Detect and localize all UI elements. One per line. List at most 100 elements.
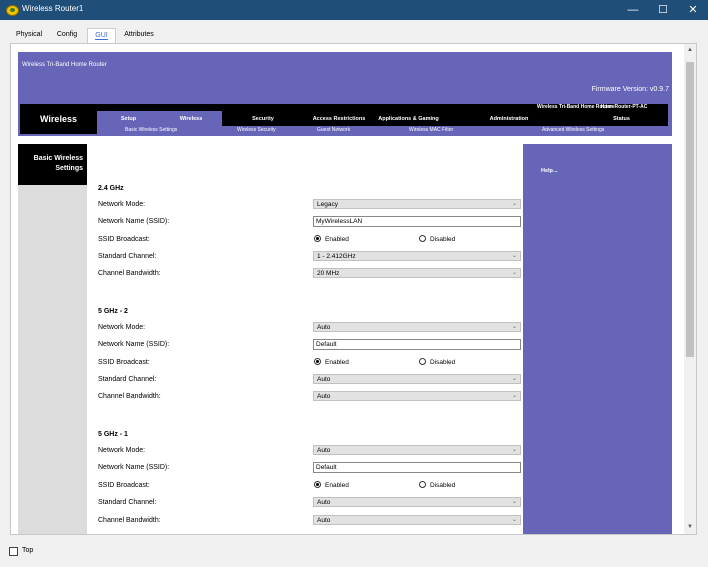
standard-channel-label: Standard Channel: [98, 376, 157, 383]
firmware-version: Firmware Version: v0.9.7 [591, 86, 669, 93]
tab-attributes[interactable]: Attributes [118, 28, 160, 42]
network-mode-select-5ghz-2[interactable]: Auto ⌄ [313, 322, 521, 332]
broadcast-disabled-label: Disabled [430, 236, 456, 243]
bandwidth-select-2-4ghz[interactable]: 20 MHz ⌄ [313, 268, 521, 278]
network-mode-value: Auto [317, 324, 331, 331]
broadcast-enabled-radio-5ghz-2[interactable] [314, 358, 321, 365]
maximize-button[interactable]: ☐ [648, 0, 678, 20]
chevron-down-icon: ⌄ [511, 447, 517, 453]
network-mode-value: Legacy [317, 201, 338, 208]
minimize-button[interactable]: — [618, 0, 648, 20]
section-title-2-4ghz: 2.4 GHz [98, 185, 124, 192]
ssid-broadcast-label: SSID Broadcast: [98, 359, 150, 366]
nav-model: HomeRouter-PT-AC [600, 104, 648, 110]
help-link[interactable]: Help... [541, 168, 558, 174]
submenu-advanced-wireless[interactable]: Advanced Wireless Settings [542, 126, 604, 134]
channel-value: Auto [317, 499, 331, 506]
gui-content-panel: Wireless Tri-Band Home Router Firmware V… [10, 43, 697, 535]
bandwidth-value: Auto [317, 517, 331, 524]
network-mode-select-2-4ghz[interactable]: Legacy ⌄ [313, 199, 521, 209]
menu-applications-gaming[interactable]: Applications & Gaming [374, 111, 443, 126]
broadcast-enabled-radio-2-4ghz[interactable] [314, 235, 321, 242]
standard-channel-label: Standard Channel: [98, 253, 157, 260]
channel-bandwidth-label: Channel Bandwidth: [98, 393, 161, 400]
ssid-label: Network Name (SSID): [98, 464, 170, 471]
tab-gui[interactable]: GUI [87, 28, 116, 43]
channel-value: Auto [317, 376, 331, 383]
broadcast-disabled-radio-5ghz-1[interactable] [419, 481, 426, 488]
router-nav: Wireless Wireless Tri-Band Home Router H… [18, 102, 672, 136]
sidebar-title-line1: Basic Wireless [33, 155, 83, 162]
broadcast-enabled-label: Enabled [325, 236, 349, 243]
channel-bandwidth-label: Channel Bandwidth: [98, 270, 161, 277]
ssid-input-5ghz-2[interactable]: Default [313, 339, 521, 350]
chevron-down-icon: ⌄ [511, 201, 517, 207]
chevron-down-icon: ⌄ [511, 270, 517, 276]
submenu-basic-wireless[interactable]: Basic Wireless Settings [125, 126, 177, 134]
ssid-input-2-4ghz[interactable]: MyWirelessLAN [313, 216, 521, 227]
title-bar: Wireless Router1 — ☐ ✕ [0, 0, 708, 20]
network-mode-label: Network Mode: [98, 447, 146, 454]
network-mode-value: Auto [317, 447, 331, 454]
top-checkbox-label: Top [22, 547, 34, 554]
channel-select-5ghz-1[interactable]: Auto ⌄ [313, 497, 521, 507]
bandwidth-select-5ghz-2[interactable]: Auto ⌄ [313, 391, 521, 401]
window-footer: Top [0, 540, 708, 567]
scroll-up-icon[interactable]: ▲ [686, 47, 694, 55]
tab-physical[interactable]: Physical [10, 28, 48, 42]
tab-gui-label: GUI [95, 32, 108, 40]
broadcast-enabled-label: Enabled [325, 359, 349, 366]
bandwidth-value: 20 MHz [317, 270, 340, 277]
broadcast-disabled-radio-2-4ghz[interactable] [419, 235, 426, 242]
ssid-broadcast-label: SSID Broadcast: [98, 482, 150, 489]
window-title: Wireless Router1 [22, 4, 84, 13]
scrollbar-thumb[interactable] [686, 62, 694, 357]
chevron-down-icon: ⌄ [511, 517, 517, 523]
submenu-mac-filter[interactable]: Wireless MAC Filter [409, 126, 453, 134]
ssid-label: Network Name (SSID): [98, 341, 170, 348]
ssid-label: Network Name (SSID): [98, 218, 170, 225]
network-mode-label: Network Mode: [98, 201, 146, 208]
sidebar-title-line2: Settings [55, 165, 83, 172]
broadcast-disabled-radio-5ghz-2[interactable] [419, 358, 426, 365]
section-title-5ghz-2: 5 GHz - 2 [98, 308, 128, 315]
chevron-down-icon: ⌄ [511, 324, 517, 330]
banner-product-name: Wireless Tri-Band Home Router [22, 62, 107, 68]
broadcast-enabled-label: Enabled [325, 482, 349, 489]
bandwidth-value: Auto [317, 393, 331, 400]
router-app-icon [6, 5, 19, 16]
ssid-input-5ghz-1[interactable]: Default [313, 462, 521, 473]
scroll-down-icon[interactable]: ▼ [686, 524, 694, 532]
submenu-wireless-security[interactable]: Wireless Security [237, 126, 276, 134]
vertical-scrollbar[interactable]: ▲ ▼ [684, 44, 696, 534]
menu-wireless[interactable]: Wireless [160, 111, 222, 126]
tab-config[interactable]: Config [50, 28, 84, 42]
chevron-down-icon: ⌄ [511, 393, 517, 399]
broadcast-enabled-radio-5ghz-1[interactable] [314, 481, 321, 488]
channel-select-5ghz-2[interactable]: Auto ⌄ [313, 374, 521, 384]
sidebar [18, 185, 87, 534]
chevron-down-icon: ⌄ [511, 253, 517, 259]
menu-status[interactable]: Status [575, 111, 668, 126]
ssid-broadcast-label: SSID Broadcast: [98, 236, 150, 243]
nav-menu: Setup Wireless Security Access Restricti… [97, 111, 668, 126]
nav-brand: Wireless [20, 104, 97, 134]
bandwidth-select-5ghz-1[interactable]: Auto ⌄ [313, 515, 521, 525]
channel-value: 1 - 2.412GHz [317, 253, 356, 260]
menu-administration[interactable]: Administration [443, 111, 575, 126]
chevron-down-icon: ⌄ [511, 376, 517, 382]
top-checkbox[interactable] [9, 547, 18, 556]
help-panel: Help... [523, 144, 672, 534]
broadcast-disabled-label: Disabled [430, 482, 456, 489]
menu-setup[interactable]: Setup [97, 111, 160, 126]
section-title-5ghz-1: 5 GHz - 1 [98, 431, 128, 438]
channel-bandwidth-label: Channel Bandwidth: [98, 517, 161, 524]
channel-select-2-4ghz[interactable]: 1 - 2.412GHz ⌄ [313, 251, 521, 261]
nav-submenu: Basic Wireless Settings Wireless Securit… [97, 126, 668, 134]
menu-security[interactable]: Security [222, 111, 304, 126]
close-button[interactable]: ✕ [678, 0, 708, 20]
submenu-guest-network[interactable]: Guest Network [317, 126, 350, 134]
menu-access-restrictions[interactable]: Access Restrictions [304, 111, 374, 126]
network-mode-select-5ghz-1[interactable]: Auto ⌄ [313, 445, 521, 455]
sidebar-title: Basic Wireless Settings [18, 144, 87, 185]
